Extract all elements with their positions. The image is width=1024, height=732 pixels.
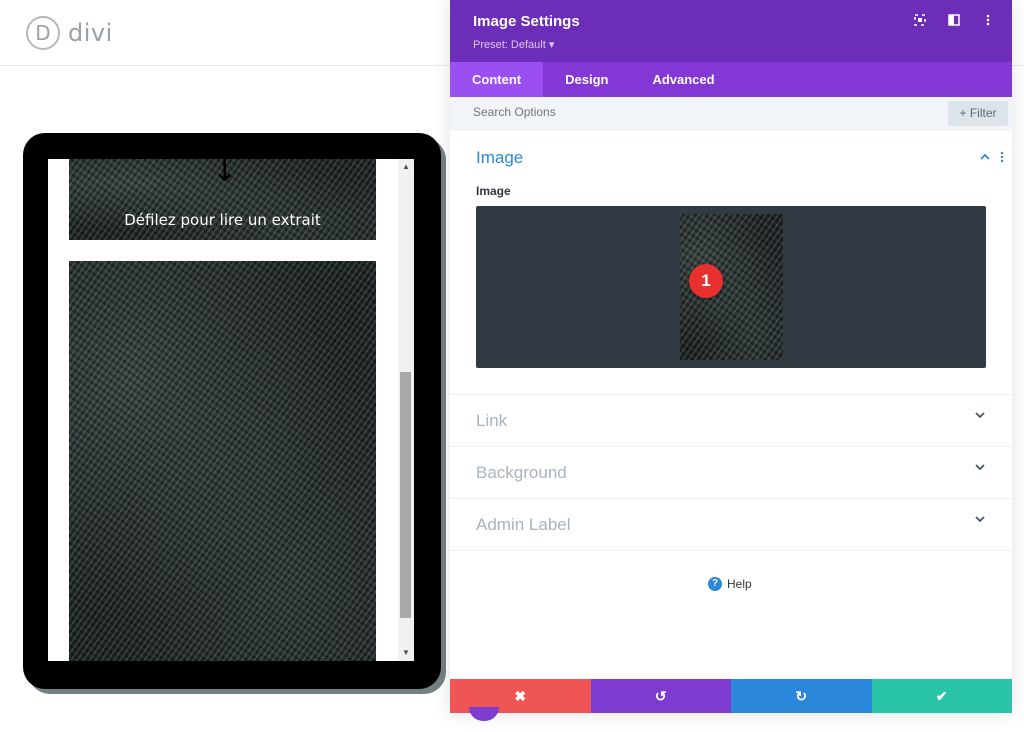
- section-controls: [980, 151, 1004, 166]
- image-section: Image Image 1: [450, 131, 1012, 395]
- logo-text: divi: [68, 19, 113, 47]
- sidebar-toggle-icon[interactable]: [946, 14, 962, 30]
- divi-builder: D divi ↓ Défilez pour lire un extrait ▲ …: [0, 0, 1024, 732]
- panel-footer: ✖ ↺ ↻ ✔: [450, 679, 1012, 713]
- chevron-up-icon[interactable]: [980, 151, 990, 166]
- panel-title: Image Settings: [473, 13, 580, 30]
- settings-tabs: Content Design Advanced: [450, 62, 1012, 97]
- tab-content[interactable]: Content: [450, 62, 544, 97]
- redo-button[interactable]: ↻: [731, 679, 872, 713]
- search-row: + Filter: [450, 97, 1012, 131]
- screenshot-icon[interactable]: [912, 14, 928, 30]
- chevron-down-icon: [974, 461, 986, 476]
- chevron-down-icon: [974, 513, 986, 528]
- help-label: Help: [727, 577, 752, 591]
- section-admin-label-title: Admin Label: [476, 515, 571, 534]
- image-section-title[interactable]: Image: [476, 148, 523, 168]
- section-background-title: Background: [476, 463, 567, 482]
- section-background[interactable]: Background: [450, 447, 1012, 499]
- tablet-screen: ↓ Défilez pour lire un extrait ▲ ▼: [48, 159, 414, 661]
- preview-scrollbar[interactable]: ▲ ▼: [398, 159, 414, 661]
- help-link[interactable]: ? Help: [708, 577, 752, 591]
- section-admin-label[interactable]: Admin Label: [450, 499, 1012, 551]
- panel-header: Image Settings Preset: Default ▾: [450, 0, 1012, 62]
- divi-logo[interactable]: D divi: [26, 16, 113, 50]
- section-more-icon[interactable]: [1000, 151, 1004, 166]
- builder-toggle-button[interactable]: [469, 707, 499, 721]
- step-badge: 1: [689, 264, 723, 298]
- header-icons: [912, 14, 996, 30]
- image-settings-panel: Image Settings Preset: Default ▾ Content…: [450, 0, 1012, 713]
- filter-button[interactable]: + Filter: [948, 101, 1008, 126]
- more-icon[interactable]: [980, 14, 996, 30]
- scroll-down-icon[interactable]: ▼: [402, 649, 410, 657]
- section-link-title: Link: [476, 411, 508, 430]
- search-options-input[interactable]: [473, 105, 873, 119]
- image-upload-field[interactable]: 1: [476, 206, 986, 368]
- tab-design[interactable]: Design: [543, 62, 630, 97]
- logo-mark: D: [26, 16, 60, 50]
- chevron-down-icon: [974, 409, 986, 424]
- arrow-down-icon: ↓: [212, 159, 238, 189]
- preset-selector[interactable]: Preset: Default ▾: [473, 38, 554, 51]
- book-excerpt-image[interactable]: [69, 261, 376, 661]
- undo-button[interactable]: ↺: [590, 679, 731, 713]
- image-field-label: Image: [476, 184, 511, 198]
- hero-section: ↓ Défilez pour lire un extrait: [69, 159, 376, 240]
- scroll-up-icon[interactable]: ▲: [402, 163, 410, 171]
- section-link[interactable]: Link: [450, 395, 1012, 447]
- save-button[interactable]: ✔: [871, 679, 1012, 713]
- scroll-thumb[interactable]: [400, 372, 411, 618]
- hero-text: Défilez pour lire un extrait: [124, 211, 321, 229]
- tab-advanced[interactable]: Advanced: [630, 62, 736, 97]
- help-icon: ?: [708, 577, 722, 591]
